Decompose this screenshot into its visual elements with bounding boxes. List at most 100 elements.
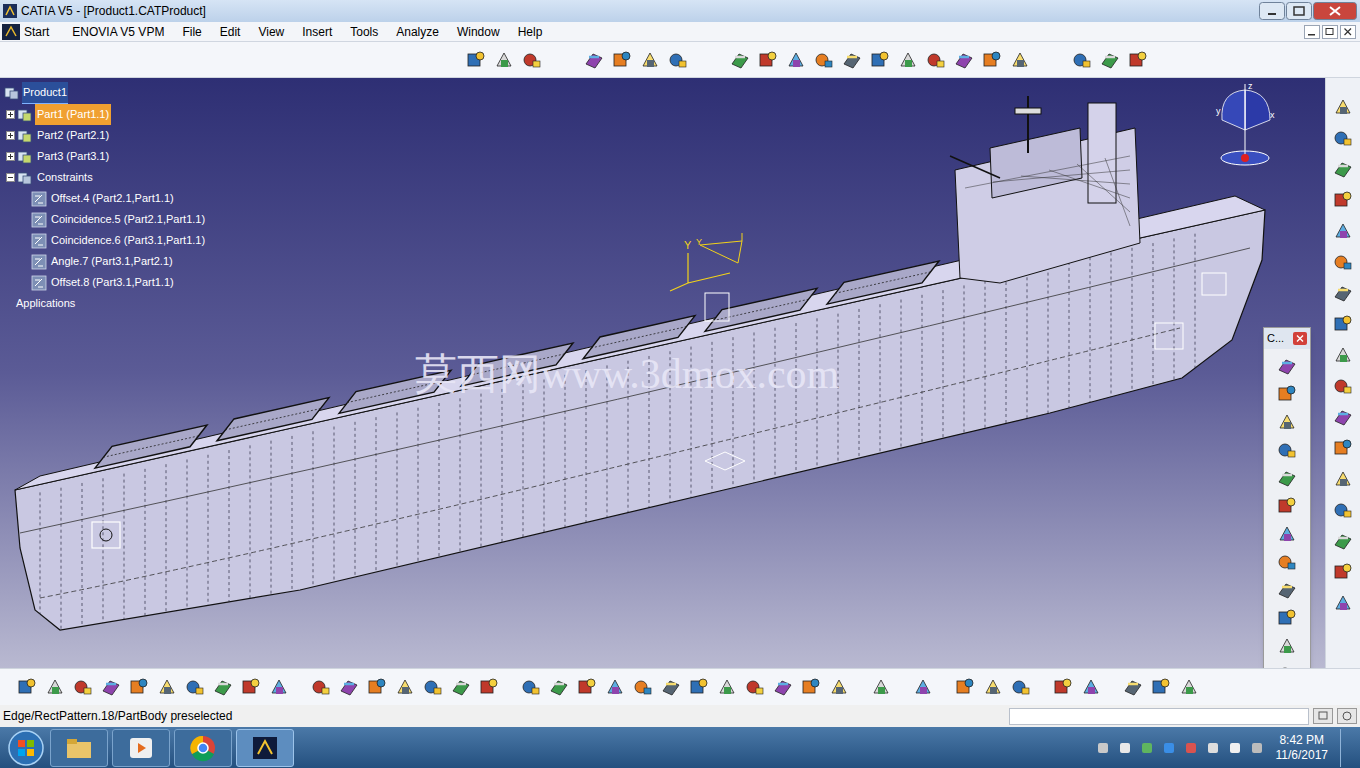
expand-icon[interactable]	[6, 131, 15, 140]
tool-icon[interactable]	[1276, 635, 1298, 657]
tree-constraint[interactable]: Angle.7 (Part3.1,Part2.1)	[4, 251, 207, 272]
compass[interactable]: zyx	[1210, 80, 1280, 170]
tool-icon[interactable]	[1052, 676, 1074, 698]
tool-icon[interactable]	[1332, 189, 1354, 211]
tool-icon[interactable]	[1332, 561, 1354, 583]
tool-icon[interactable]	[828, 676, 850, 698]
tool-icon[interactable]	[1127, 49, 1149, 71]
tool-icon[interactable]	[1332, 406, 1354, 428]
tool-icon[interactable]	[744, 676, 766, 698]
tool-icon[interactable]	[1332, 437, 1354, 459]
tool-icon[interactable]	[667, 49, 689, 71]
taskbar-app[interactable]	[174, 729, 232, 767]
tool-icon[interactable]	[1332, 127, 1354, 149]
tool-icon[interactable]	[450, 676, 472, 698]
tool-icon[interactable]	[44, 676, 66, 698]
tree-part[interactable]: Part3 (Part3.1)	[4, 146, 207, 167]
tool-icon[interactable]	[184, 676, 206, 698]
taskbar-app[interactable]	[236, 729, 294, 767]
tool-icon[interactable]	[1276, 551, 1298, 573]
menu-item[interactable]: Help	[509, 22, 552, 41]
tool-icon[interactable]	[583, 49, 605, 71]
tool-icon[interactable]	[1332, 251, 1354, 273]
tool-icon[interactable]	[478, 676, 500, 698]
tree-applications[interactable]: Applications	[4, 293, 207, 314]
tool-icon[interactable]	[1122, 676, 1144, 698]
tool-icon[interactable]	[1276, 383, 1298, 405]
tray-icon[interactable]	[1140, 741, 1154, 755]
clock[interactable]: 8:42 PM11/6/2017	[1272, 733, 1333, 763]
tool-icon[interactable]	[1150, 676, 1172, 698]
tool-icon[interactable]	[493, 49, 515, 71]
start-orb-icon[interactable]	[6, 729, 46, 767]
tool-icon[interactable]	[604, 676, 626, 698]
menu-item[interactable]: File	[173, 22, 210, 41]
menu-item[interactable]: Tools	[341, 22, 387, 41]
tool-icon[interactable]	[1332, 158, 1354, 180]
menu-item[interactable]: Start	[0, 22, 63, 41]
tray-icon[interactable]	[1250, 741, 1264, 755]
tool-icon[interactable]	[1276, 439, 1298, 461]
tool-icon[interactable]	[1276, 579, 1298, 601]
tree-part[interactable]: Part1 (Part1.1)	[4, 104, 207, 125]
taskbar-app[interactable]	[112, 729, 170, 767]
tool-icon[interactable]	[1276, 523, 1298, 545]
menu-item[interactable]: Edit	[211, 22, 250, 41]
tool-icon[interactable]	[660, 676, 682, 698]
tool-icon[interactable]	[1332, 220, 1354, 242]
tool-icon[interactable]	[841, 49, 863, 71]
tool-icon[interactable]	[1099, 49, 1121, 71]
tray-icon[interactable]	[1162, 741, 1176, 755]
tool-icon[interactable]	[688, 676, 710, 698]
tool-icon[interactable]	[1009, 49, 1031, 71]
minimize-icon[interactable]	[1259, 2, 1285, 20]
tool-icon[interactable]	[394, 676, 416, 698]
tool-icon[interactable]	[521, 49, 543, 71]
floating-toolbar-title[interactable]: C...	[1264, 328, 1310, 349]
tool-icon[interactable]	[1276, 495, 1298, 517]
tool-icon[interactable]	[100, 676, 122, 698]
tool-icon[interactable]	[1276, 607, 1298, 629]
tree-root[interactable]: Product1	[4, 82, 207, 104]
tool-icon[interactable]	[1332, 530, 1354, 552]
tool-icon[interactable]	[1178, 676, 1200, 698]
menu-item[interactable]: Analyze	[387, 22, 448, 41]
tool-icon[interactable]	[729, 49, 751, 71]
tray-icon[interactable]	[1096, 741, 1110, 755]
axis-triad[interactable]: YY	[650, 233, 760, 333]
tool-icon[interactable]	[156, 676, 178, 698]
tool-icon[interactable]	[16, 676, 38, 698]
tool-icon[interactable]	[422, 676, 444, 698]
tree-part[interactable]: Part2 (Part2.1)	[4, 125, 207, 146]
tool-icon[interactable]	[128, 676, 150, 698]
maximize-icon[interactable]	[1286, 2, 1312, 20]
tray-icon[interactable]	[1118, 741, 1132, 755]
expand-icon[interactable]	[6, 152, 15, 161]
tool-icon[interactable]	[1010, 676, 1032, 698]
tool-icon[interactable]	[772, 676, 794, 698]
close-icon[interactable]	[1313, 2, 1357, 20]
tool-icon[interactable]	[982, 676, 1004, 698]
document-max-icon[interactable]	[1322, 25, 1338, 39]
tree-constraint[interactable]: Coincidence.5 (Part2.1,Part1.1)	[4, 209, 207, 230]
document-close-icon[interactable]	[1340, 25, 1356, 39]
menu-item[interactable]: View	[249, 22, 293, 41]
input-button-icon[interactable]	[1313, 708, 1333, 724]
tool-icon[interactable]	[1276, 467, 1298, 489]
tool-icon[interactable]	[1332, 313, 1354, 335]
menu-item[interactable]: Window	[448, 22, 509, 41]
tree-constraint[interactable]: Offset.8 (Part3.1,Part1.1)	[4, 272, 207, 293]
tool-icon[interactable]	[1332, 96, 1354, 118]
tree-constraints[interactable]: Constraints	[4, 167, 207, 188]
tool-icon[interactable]	[268, 676, 290, 698]
tool-icon[interactable]	[1332, 375, 1354, 397]
tool-icon[interactable]	[548, 676, 570, 698]
tool-icon[interactable]	[870, 676, 892, 698]
tool-icon[interactable]	[465, 49, 487, 71]
tool-icon[interactable]	[212, 676, 234, 698]
tool-icon[interactable]	[611, 49, 633, 71]
tool-icon[interactable]	[1332, 282, 1354, 304]
tool-icon[interactable]	[1276, 663, 1298, 669]
tool-icon[interactable]	[954, 676, 976, 698]
tool-icon[interactable]	[981, 49, 1003, 71]
